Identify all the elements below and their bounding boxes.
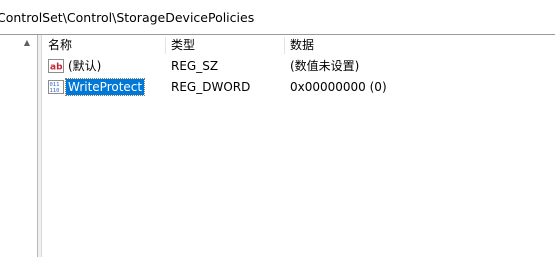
value-type: REG_SZ [171,59,219,73]
scroll-up-arrow-icon[interactable]: ▲ [20,36,34,50]
value-type: REG_DWORD [171,80,251,94]
svg-text:ab: ab [50,63,63,73]
registry-editor-window: ControlSet\Control\StorageDevicePolicies… [0,0,555,257]
address-path[interactable]: ControlSet\Control\StorageDevicePolicies [0,10,254,25]
value-list-pane[interactable]: 名称 类型 数据 ab (默认) REG_SZ (数值未设置) 011 110 … [42,35,555,257]
column-header-type[interactable]: 类型 [165,35,284,56]
address-bar[interactable]: ControlSet\Control\StorageDevicePolicies [0,0,555,35]
value-row-writeprotect[interactable]: 011 110 WriteProtect REG_DWORD 0x0000000… [42,77,555,97]
column-header-data[interactable]: 数据 [284,35,484,56]
value-row-default[interactable]: ab (默认) REG_SZ (数值未设置) [42,56,555,76]
value-name: (默认) [68,59,102,73]
column-header-name[interactable]: 名称 [42,35,165,56]
value-data: (数值未设置) [290,59,360,73]
string-value-icon: ab [48,59,64,73]
value-name: WriteProtect [64,78,146,96]
value-data: 0x00000000 (0) [290,80,387,94]
svg-text:110: 110 [50,88,60,94]
binary-value-icon: 011 110 [48,80,64,94]
key-tree-pane[interactable]: ▲ [0,35,37,257]
